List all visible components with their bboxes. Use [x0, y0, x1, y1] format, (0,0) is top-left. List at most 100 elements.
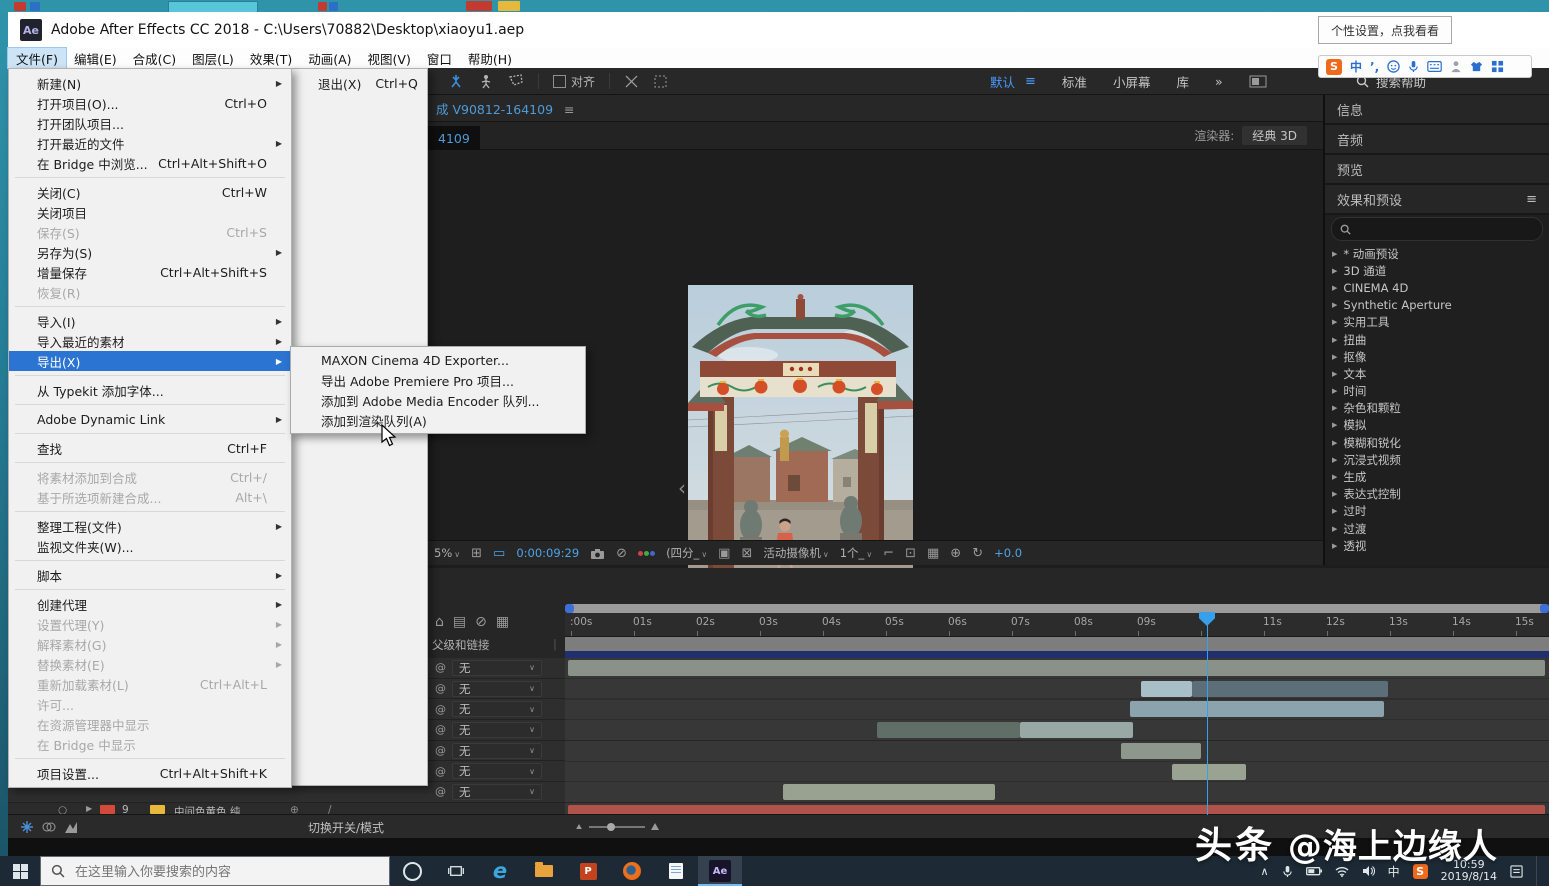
effects-category-item[interactable]: ▶ 表达式控制	[1325, 486, 1549, 503]
timeline-zoom-slider[interactable]	[575, 823, 659, 830]
expand-arrow-icon[interactable]: ▶	[1332, 525, 1337, 533]
effects-search-box[interactable]	[1331, 217, 1543, 241]
current-time[interactable]: 0:00:09:29	[516, 546, 579, 560]
menubar-item[interactable]: 编辑(E)	[66, 48, 125, 68]
menubar-item[interactable]: 窗口	[419, 48, 460, 68]
soft-keyboard-icon[interactable]	[1427, 61, 1442, 72]
expand-arrow-icon[interactable]: ▶	[1332, 267, 1337, 275]
menubar-item[interactable]: 帮助(H)	[460, 48, 520, 68]
effects-category-item[interactable]: ▶ Synthetic Aperture	[1325, 297, 1549, 314]
file-menu-item[interactable]: 导入最近的素材 ▶	[9, 331, 291, 351]
parent-select[interactable]: 无∨	[452, 763, 542, 779]
task-view-button[interactable]	[434, 856, 478, 886]
expand-arrow-icon[interactable]: ▶	[1332, 387, 1337, 395]
taskbar-search[interactable]	[40, 856, 390, 886]
zoom-out-mountain-icon[interactable]	[576, 824, 582, 829]
effects-category-item[interactable]: ▶ CINEMA 4D	[1325, 279, 1549, 296]
lasso-tool-icon[interactable]	[508, 73, 524, 89]
parent-select[interactable]: 无∨	[452, 660, 542, 676]
effects-category-item[interactable]: ▶ 杂色和颗粒	[1325, 400, 1549, 417]
expand-arrow-icon[interactable]: ▶	[1332, 439, 1337, 447]
renderer-value[interactable]: 经典 3D	[1242, 126, 1307, 145]
expand-arrow-icon[interactable]: ▶	[1332, 353, 1337, 361]
panel-header-effects-presets[interactable]: 效果和预设 ≡	[1325, 185, 1549, 215]
pane-collapse-arrow-icon[interactable]: ‹	[678, 476, 686, 500]
effects-search-input[interactable]	[1357, 222, 1521, 236]
layer-duration-bar[interactable]	[1192, 681, 1388, 697]
channel-icon[interactable]	[638, 551, 655, 556]
edge-button[interactable]: e	[478, 856, 522, 886]
workspace-tab-standard[interactable]: 标准	[1062, 72, 1087, 91]
firefox-button[interactable]	[610, 856, 654, 886]
effects-category-item[interactable]: ▶ 过时	[1325, 503, 1549, 520]
effects-category-item[interactable]: ▶ 模糊和锐化	[1325, 434, 1549, 451]
pick-whip-icon[interactable]: @	[435, 682, 446, 695]
pick-whip-icon[interactable]: @	[435, 723, 446, 736]
emoji-icon[interactable]	[1387, 60, 1400, 73]
show-snapshot-icon[interactable]: ⊘	[616, 546, 627, 561]
timeline-jump-icon[interactable]: ⊡	[905, 546, 916, 561]
file-explorer-button[interactable]	[522, 856, 566, 886]
file-menu-item[interactable]: 在 Bridge 中浏览... Ctrl+Alt+Shift+O	[9, 153, 291, 173]
panel-icon[interactable]	[1249, 75, 1267, 88]
pick-whip-icon[interactable]: @	[435, 661, 446, 674]
motion-blur-toggle-icon[interactable]	[42, 820, 56, 834]
ime-language-toggle[interactable]: 中	[1350, 58, 1362, 75]
layer-duration-bar[interactable]	[783, 784, 995, 800]
effects-category-item[interactable]: ▶ 模拟	[1325, 417, 1549, 434]
viewer-tab-fragment[interactable]: 4109	[428, 126, 480, 150]
notepad-button[interactable]	[654, 856, 698, 886]
expand-arrow-icon[interactable]: ▶	[1332, 456, 1337, 464]
file-menu-item[interactable]: Adobe Dynamic Link ▶	[9, 409, 291, 429]
workspace-tab-default[interactable]: 默认	[990, 72, 1015, 91]
export-submenu-item[interactable]: 添加到渲染队列(A)	[291, 410, 585, 430]
file-menu-item[interactable]: 创建代理 ▶	[9, 594, 291, 614]
time-ruler[interactable]: :00s01s02s03s04s05s06s07s08s09s11s12s13s…	[565, 613, 1549, 637]
layer-duration-bar[interactable]	[1141, 681, 1192, 697]
effects-category-item[interactable]: ▶ 过渡	[1325, 520, 1549, 537]
layer-duration-bar[interactable]	[1130, 701, 1384, 717]
effects-category-item[interactable]: ▶ 透视	[1325, 537, 1549, 554]
align-checkbox-icon[interactable]	[553, 75, 566, 88]
panel-menu-icon[interactable]: ≡	[564, 102, 574, 117]
expand-arrow-icon[interactable]: ▶	[1332, 542, 1337, 550]
file-menu-item-exit[interactable]: 退出(X) Ctrl+Q	[290, 73, 427, 93]
ime-punctuation-toggle[interactable]: ’,	[1370, 60, 1379, 74]
layer-color-swatch-red[interactable]	[100, 805, 115, 814]
marquee-icon[interactable]	[653, 74, 668, 89]
pixel-aspect-icon[interactable]: ⌐	[883, 546, 894, 561]
parent-select[interactable]: 无∨	[452, 722, 542, 738]
column-divider[interactable]: |	[553, 637, 557, 651]
effects-category-item[interactable]: ▶ 扭曲	[1325, 331, 1549, 348]
export-submenu-item[interactable]: 添加到 Adobe Media Encoder 队列...	[291, 390, 585, 410]
skin-shirt-icon[interactable]	[1470, 60, 1483, 73]
effects-category-item[interactable]: ▶ 抠像	[1325, 348, 1549, 365]
layer-duration-bar[interactable]	[877, 722, 1020, 738]
start-button[interactable]	[0, 856, 40, 886]
panel-header-preview[interactable]: 预览	[1325, 155, 1549, 185]
file-menu-item[interactable]: 导入(I) ▶	[9, 311, 291, 331]
effects-category-item[interactable]: ▶ 沉浸式视频	[1325, 451, 1549, 468]
grid-guides-icon[interactable]: ⊞	[471, 546, 482, 561]
fast-previews-icon[interactable]: ▣	[718, 546, 730, 561]
export-submenu-item[interactable]: 导出 Adobe Premiere Pro 项目...	[291, 370, 585, 390]
resolution-select[interactable]: (四分_∨	[666, 545, 707, 561]
file-menu-item[interactable]: 脚本 ▶	[9, 565, 291, 585]
parent-link-column-header[interactable]: 父级和链接	[432, 637, 490, 653]
file-menu-item[interactable]: 整理工程(文件) ▶	[9, 516, 291, 536]
snapshot-camera-icon[interactable]	[590, 548, 605, 559]
frame-blend-icon[interactable]: ▤	[453, 614, 466, 630]
layer-duration-bar[interactable]	[568, 660, 1545, 676]
file-menu-item[interactable]: 增量保存 Ctrl+Alt+Shift+S	[9, 262, 291, 282]
expand-arrow-icon[interactable]: ▶	[86, 804, 92, 813]
file-menu-item[interactable]: 打开团队项目...	[9, 113, 291, 133]
layer-duration-bar[interactable]	[1172, 764, 1246, 780]
pick-whip-icon[interactable]: @	[435, 785, 446, 798]
region-of-interest-icon[interactable]: ▭	[493, 546, 505, 561]
file-menu-item[interactable]: 查找 Ctrl+F	[9, 438, 291, 458]
align-toggle[interactable]: 对齐	[553, 73, 595, 90]
layer-color-swatch-yellow[interactable]	[150, 805, 165, 814]
expand-arrow-icon[interactable]: ▶	[1332, 473, 1337, 481]
effects-category-item[interactable]: ▶ * 动画预设	[1325, 245, 1549, 262]
menubar-item[interactable]: 文件(F)	[8, 48, 66, 68]
